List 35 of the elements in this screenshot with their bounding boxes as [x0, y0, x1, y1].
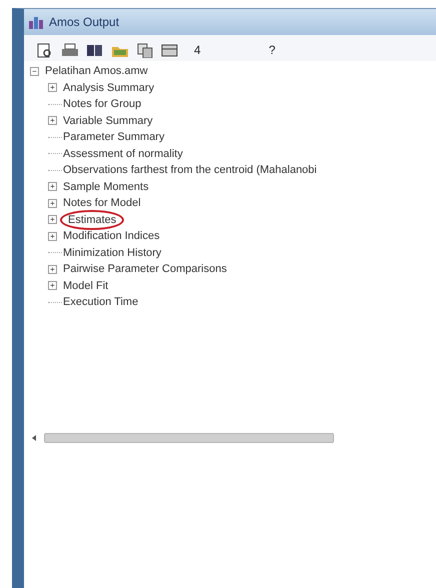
window-title: Amos Output	[49, 14, 120, 31]
tree-toggle[interactable]: +	[48, 264, 57, 274]
help-button[interactable]: ?	[268, 41, 276, 59]
copy-icon[interactable]	[136, 42, 153, 58]
scroll-left-icon[interactable]	[30, 434, 38, 442]
tree-item[interactable]: Assessment of normality	[62, 146, 184, 162]
table-icon[interactable]	[161, 42, 178, 58]
tree-toggle[interactable]: +	[48, 198, 57, 208]
tree-item[interactable]: Model Fit	[62, 278, 110, 294]
print-preview-icon[interactable]	[36, 42, 53, 58]
tree-toggle[interactable]: +	[48, 83, 57, 92]
tree-item[interactable]: Sample Moments	[62, 178, 150, 195]
book-icon[interactable]	[86, 42, 103, 58]
tree-item[interactable]: Pairwise Parameter Comparisons	[62, 261, 228, 278]
decimal-count: 4	[194, 42, 201, 59]
tree-toggle[interactable]: +	[48, 215, 57, 224]
tree-item[interactable]: Observations farthest from the centroid (Mahalanobi	[62, 162, 318, 178]
tree-item[interactable]: Pelatihan Amos.amw	[44, 63, 149, 80]
tree-toggle[interactable]: +	[48, 232, 57, 241]
tree-item[interactable]: Notes for Group	[62, 96, 142, 112]
tree-toggle[interactable]: +	[48, 116, 57, 126]
scroll-thumb[interactable]	[44, 432, 334, 442]
printer-icon[interactable]	[61, 42, 78, 58]
tree-item[interactable]: Notes for Model	[62, 195, 142, 212]
tree-toggle[interactable]: −	[30, 66, 39, 76]
tree-toggle[interactable]: +	[48, 182, 57, 192]
app-icon	[28, 15, 44, 29]
tree-toggle[interactable]: +	[48, 281, 57, 290]
tree-item[interactable]: Execution Time	[62, 294, 140, 310]
tree-item[interactable]: Parameter Summary	[62, 129, 166, 146]
tree-item[interactable]: Minimization History	[62, 244, 162, 261]
tree-item[interactable]: Variable Summary	[62, 112, 154, 129]
tree-item[interactable]: Estimates	[62, 212, 122, 228]
tree-item[interactable]: Modification Indices	[62, 228, 161, 244]
tree-item[interactable]: Analysis Summary	[62, 80, 156, 96]
